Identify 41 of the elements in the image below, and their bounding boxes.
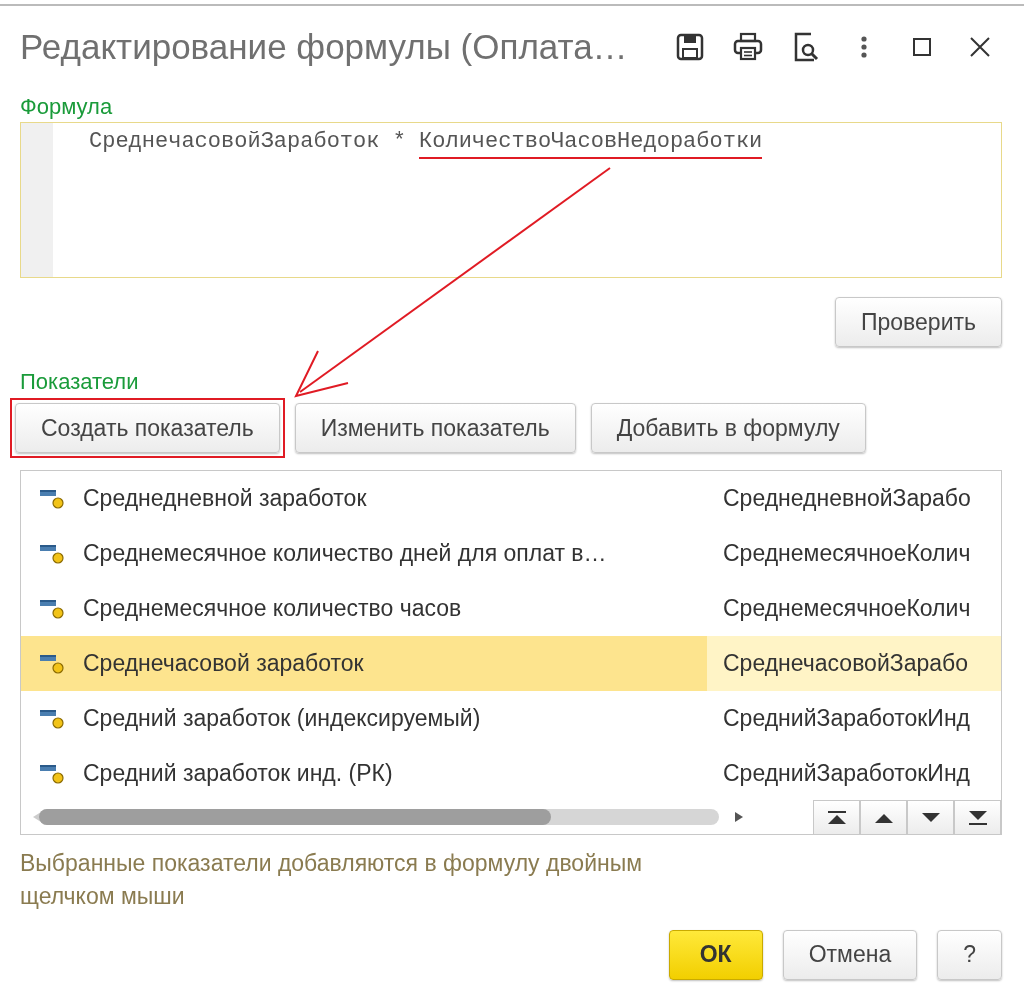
indicators-label: Показатели bbox=[20, 369, 140, 396]
code-cell[interactable]: СреднийЗаработокИнд bbox=[707, 746, 1001, 800]
code-cell[interactable]: СреднедневнойЗарабо bbox=[707, 471, 1001, 526]
name-cell[interactable]: Средний заработок инд. (РК) bbox=[21, 746, 707, 800]
last-row-button[interactable] bbox=[954, 800, 1001, 834]
first-row-button[interactable] bbox=[813, 800, 860, 834]
indicator-name: Среднечасовой заработок bbox=[83, 650, 364, 677]
triangle-down-icon bbox=[921, 812, 940, 823]
formula-label: Формула bbox=[20, 94, 114, 121]
first-row-icon bbox=[827, 810, 846, 825]
indicator-name: Средний заработок инд. (РК) bbox=[83, 760, 393, 787]
code-cell[interactable]: СреднийЗаработокИнд bbox=[707, 691, 1001, 746]
check-button[interactable]: Проверить bbox=[834, 297, 1002, 347]
code-cell[interactable]: СреднечасовойЗарабо bbox=[707, 636, 1001, 691]
formula-editor[interactable]: СреднечасовойЗаработок * КоличествоЧасовНедоработки bbox=[20, 122, 1002, 278]
name-cell[interactable]: Среднемесячное количество дней для оплат в… bbox=[21, 526, 707, 581]
last-row-icon bbox=[968, 810, 987, 825]
name-cell[interactable]: Среднечасовой заработок bbox=[21, 636, 707, 691]
ok-button[interactable]: ОК bbox=[668, 929, 763, 980]
row-up-button[interactable] bbox=[860, 800, 907, 834]
hint-text: Выбранные показатели добавляются в формулу двойным щелчком мыши bbox=[20, 849, 644, 912]
toolbar-button[interactable]: Создать показатель bbox=[15, 403, 280, 453]
window-title: Редактирование формулы (Оплата… bbox=[20, 27, 629, 67]
code-cell[interactable]: СреднемесячноеКолич bbox=[707, 526, 1001, 581]
code-cell[interactable]: СреднемесячноеКолич bbox=[707, 581, 1001, 636]
dialog-button[interactable]: ? bbox=[937, 929, 1002, 980]
indicator-name: Среднедневной заработок bbox=[83, 485, 367, 512]
scroll-right-icon[interactable] bbox=[735, 812, 743, 822]
triangle-up-icon bbox=[874, 812, 893, 823]
toolbar-button[interactable]: Добавить в формулу bbox=[590, 403, 866, 453]
indicator-name: Среднемесячное количество дней для оплат в… bbox=[83, 540, 607, 567]
name-cell[interactable]: Среднемесячное количество часов bbox=[21, 581, 707, 636]
dialog-button[interactable]: Отмена bbox=[782, 929, 918, 980]
toolbar-button[interactable]: Изменить показатель bbox=[294, 403, 576, 453]
name-cell[interactable]: Среднедневной заработок bbox=[21, 471, 707, 526]
indicator-name: Среднемесячное количество часов bbox=[83, 595, 462, 622]
indicator-name: Средний заработок (индексируемый) bbox=[83, 705, 481, 732]
name-cell[interactable]: Средний заработок (индексируемый) bbox=[21, 691, 707, 746]
scroll-track[interactable] bbox=[39, 809, 719, 825]
scroll-thumb[interactable] bbox=[39, 809, 551, 825]
row-down-button[interactable] bbox=[907, 800, 954, 834]
